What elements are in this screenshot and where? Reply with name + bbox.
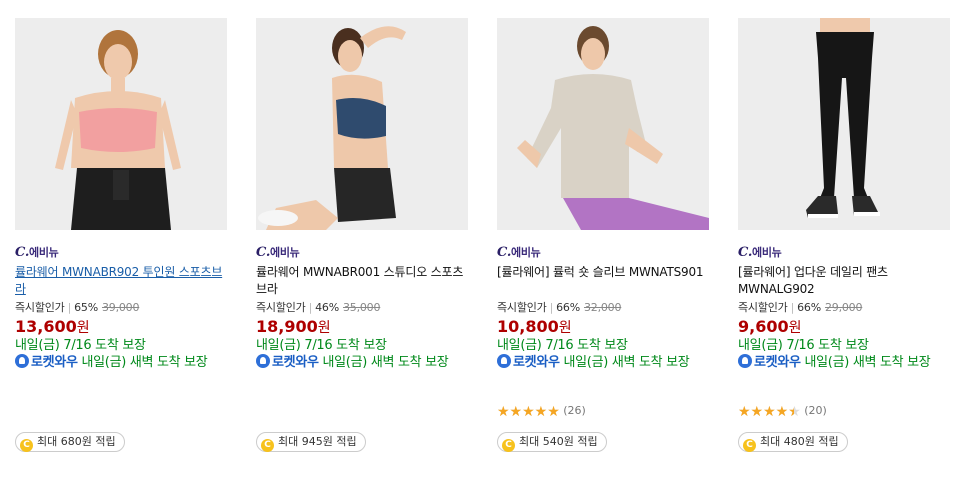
product-card[interactable]: C.에비뉴 률라웨어 MWNABR001 스튜디오 스포츠 브라 즉시할인가 | 4… [256, 18, 468, 452]
reward-badge: C 최대 945원 적립 [256, 432, 366, 452]
discount-info: 즉시할인가 | 46% 35,000 [256, 301, 381, 314]
product-image[interactable] [15, 18, 227, 230]
product-name-link[interactable]: 률라웨어 MWNABR001 스튜디오 스포츠 브라 [256, 264, 468, 298]
brand-logo: C.에비뉴 [497, 245, 541, 260]
brand-logo: C.에비뉴 [738, 245, 782, 260]
product-image[interactable] [256, 18, 468, 230]
rocket-icon [256, 354, 270, 368]
star-rating: ★★★★★ ★★★★★ (26) [497, 404, 586, 420]
sale-price: 13,600원 [15, 317, 90, 337]
reward-badge: C 최대 480원 적립 [738, 432, 848, 452]
rocket-wow-delivery: 로켓와우 내일(금) 새벽 도착 보장 [738, 354, 950, 371]
coin-icon: C [743, 439, 756, 452]
rocket-wow-delivery: 로켓와우 내일(금) 새벽 도착 보장 [256, 354, 468, 371]
product-card[interactable]: C.에비뉴 률라웨어 MWNABR902 투인원 스포츠브라 즉시할인가 | 65%… [15, 18, 227, 452]
coin-icon: C [261, 439, 274, 452]
rocket-icon [738, 354, 752, 368]
product-card[interactable]: C.에비뉴 [률라웨어] 률럭 숏 슬리브 MWNATS901 즉시할인가 | 66… [497, 18, 709, 452]
product-card[interactable]: C.에비뉴 [률라웨어] 업다운 데일리 팬츠 MWNALG902 즉시할인가 |… [738, 18, 950, 452]
coin-icon: C [20, 439, 33, 452]
star-icon: ★★★★★★★★★★ [497, 404, 560, 420]
reward-badge: C 최대 540원 적립 [497, 432, 607, 452]
brand-logo: C.에비뉴 [256, 245, 300, 260]
product-name-link[interactable]: 률라웨어 MWNABR902 투인원 스포츠브라 [15, 264, 227, 298]
sale-price: 9,600원 [738, 317, 802, 337]
discount-info: 즉시할인가 | 66% 29,000 [738, 301, 863, 314]
product-grid: C.에비뉴 률라웨어 MWNABR902 투인원 스포츠브라 즉시할인가 | 65%… [0, 0, 964, 484]
review-count: (20) [804, 404, 827, 417]
brand-logo: C.에비뉴 [15, 245, 59, 260]
delivery-guarantee: 내일(금) 7/16 도착 보장 [497, 338, 628, 353]
review-count: (26) [563, 404, 586, 417]
coin-icon: C [502, 439, 515, 452]
delivery-guarantee: 내일(금) 7/16 도착 보장 [738, 338, 869, 353]
rocket-icon [15, 354, 29, 368]
product-name-link[interactable]: [률라웨어] 업다운 데일리 팬츠 MWNALG902 [738, 264, 950, 298]
rocket-wow-delivery: 로켓와우 내일(금) 새벽 도착 보장 [497, 354, 709, 371]
delivery-guarantee: 내일(금) 7/16 도착 보장 [15, 338, 146, 353]
star-rating: ★★★★★★★★★★ (20) [738, 404, 827, 420]
rocket-icon [497, 354, 511, 368]
product-name-link[interactable]: [률라웨어] 률럭 숏 슬리브 MWNATS901 [497, 264, 709, 298]
sale-price: 10,800원 [497, 317, 572, 337]
delivery-guarantee: 내일(금) 7/16 도착 보장 [256, 338, 387, 353]
discount-info: 즉시할인가 | 65% 39,000 [15, 301, 140, 314]
sale-price: 18,900원 [256, 317, 331, 337]
reward-badge: C 최대 680원 적립 [15, 432, 125, 452]
product-image[interactable] [738, 18, 950, 230]
rocket-wow-delivery: 로켓와우 내일(금) 새벽 도착 보장 [15, 354, 227, 371]
product-image[interactable] [497, 18, 709, 230]
discount-info: 즉시할인가 | 66% 32,000 [497, 301, 622, 314]
star-icon: ★★★★★★★★★★ [738, 404, 801, 420]
